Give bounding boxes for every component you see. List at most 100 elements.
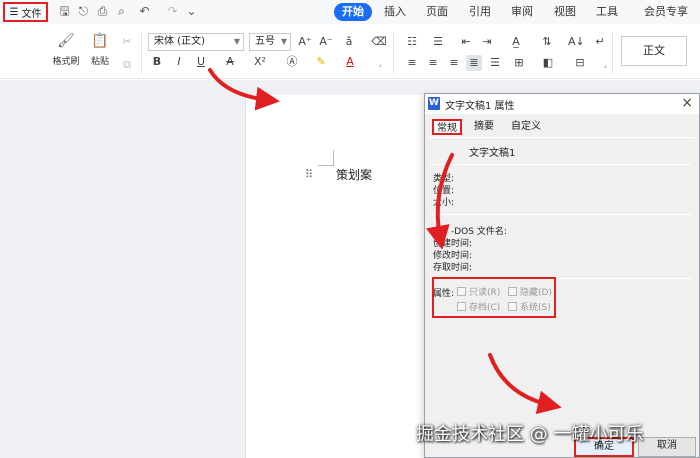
checkbox-icon	[457, 287, 466, 296]
expand-icon[interactable]: ⌟	[372, 56, 388, 72]
grow-font-icon[interactable]: A⁺	[297, 34, 313, 50]
line-spacing-icon[interactable]: ⇅	[539, 34, 555, 50]
dialog-title-bar: W 文字文稿1 属性 ×	[425, 94, 699, 114]
cut-icon[interactable]: ✂	[119, 34, 135, 50]
menu-icon: ☰	[9, 6, 19, 18]
tab-references[interactable]: 引用	[468, 3, 492, 21]
print-icon[interactable]: ⎙	[95, 4, 110, 19]
tab-member[interactable]: 会员专享	[638, 3, 694, 21]
save-icon[interactable]: 🖫	[57, 4, 72, 19]
tab-summary[interactable]: 摘要	[471, 119, 497, 135]
chinese-layout-icon[interactable]: A̲	[508, 34, 524, 50]
attributes-label: 属性:	[433, 289, 455, 299]
decrease-indent-icon[interactable]: ⇤	[458, 34, 474, 50]
show-marks-icon[interactable]: ↵	[592, 34, 608, 50]
document-name: 文字文稿1	[469, 148, 516, 159]
checkbox-hidden[interactable]: 隐藏(D)	[508, 285, 552, 298]
print-preview-icon[interactable]: ⌕	[114, 4, 129, 19]
paste-button[interactable]: 📋 粘贴	[84, 32, 116, 67]
field-accessed: 存取时间:	[433, 263, 473, 273]
shading-icon[interactable]: ◧	[540, 55, 556, 71]
bullet-list-icon[interactable]: ☷	[404, 34, 420, 50]
paste-label: 粘贴	[90, 57, 109, 67]
border-icon[interactable]: ⊞	[511, 55, 527, 71]
tab-page[interactable]: 页面	[425, 3, 449, 21]
title-bar: ☰ 文件 🖫 ⎋ ⎙ ⌕ ↶ ↷ ⌄ 开始 插入 页面 引用 审阅 视图 工具 …	[0, 0, 700, 24]
font-size-select[interactable]: 五号 ▼	[249, 33, 291, 51]
chevron-down-icon: ▼	[280, 37, 287, 46]
bold-icon[interactable]: B	[149, 54, 165, 70]
tab-custom[interactable]: 自定义	[508, 119, 544, 135]
sort-icon[interactable]: A↓	[568, 34, 585, 50]
format-painter-label: 格式刷	[52, 57, 80, 67]
drag-handle-icon[interactable]: ⠿	[305, 168, 313, 181]
chevron-down-icon: ▼	[233, 37, 240, 46]
copy-icon[interactable]: ⧉	[119, 57, 135, 73]
properties-dialog: W 文字文稿1 属性 × 常规 摘要 自定义 文字文稿1 类型: 位置: 大小:…	[424, 93, 700, 458]
checkbox-icon	[457, 302, 466, 311]
general-panel	[429, 137, 695, 409]
superscript-icon[interactable]: X²	[252, 54, 268, 70]
cancel-button[interactable]: 取消	[638, 437, 696, 457]
increase-indent-icon[interactable]: ⇥	[479, 34, 495, 50]
tab-review[interactable]: 审阅	[510, 3, 534, 21]
tab-home[interactable]: 开始	[334, 3, 372, 21]
checkbox-icon	[508, 287, 517, 296]
checkbox-system[interactable]: 系统(S)	[508, 300, 551, 313]
strikethrough-icon[interactable]: A	[222, 54, 238, 70]
phonetic-icon[interactable]: ǎ	[341, 34, 357, 50]
checkbox-archive-label: 存档(C)	[469, 303, 501, 313]
tab-view[interactable]: 视图	[553, 3, 577, 21]
document-text[interactable]: 策划案	[336, 166, 372, 183]
style-normal[interactable]: 正文	[621, 36, 687, 66]
checkbox-hidden-label: 隐藏(D)	[520, 288, 552, 298]
underline-icon[interactable]: U	[193, 54, 209, 70]
dialog-title: 文字文稿1 属性	[445, 101, 515, 112]
tab-tools[interactable]: 工具	[595, 3, 619, 21]
numbered-list-icon[interactable]: ☰	[430, 34, 446, 50]
tab-insert[interactable]: 插入	[383, 3, 407, 21]
italic-icon[interactable]: I	[171, 54, 187, 70]
shrink-font-icon[interactable]: A⁻	[318, 34, 334, 50]
close-icon[interactable]: ×	[681, 95, 693, 111]
checkbox-readonly-label: 只读(R)	[469, 288, 501, 298]
expand-icon[interactable]: ⌟	[597, 57, 613, 73]
checkbox-archive[interactable]: 存档(C)	[457, 300, 500, 313]
ribbon-divider	[612, 32, 613, 74]
checkbox-readonly[interactable]: 只读(R)	[457, 285, 500, 298]
table-border-icon[interactable]: ⊟	[572, 55, 588, 71]
brush-icon: 🖌	[57, 33, 75, 49]
align-right-icon[interactable]: ≡	[446, 55, 462, 71]
checkbox-system-label: 系统(S)	[520, 303, 551, 313]
distribute-icon[interactable]: ☰	[487, 55, 503, 71]
ribbon: 🖌 格式刷 📋 粘贴 ✂ ⧉ 宋体 (正文) ▼ 五号 ▼ A⁺ A⁻ ǎ ⌫ …	[0, 24, 700, 79]
highlight-icon[interactable]: ✎	[313, 54, 329, 70]
font-size-value: 五号	[255, 36, 275, 47]
checkbox-icon	[508, 302, 517, 311]
tab-general[interactable]: 常规	[432, 119, 462, 135]
undo-icon[interactable]: ↶	[137, 4, 152, 19]
customize-icon[interactable]: ⌄	[184, 4, 199, 19]
watermark: 掘金技术社区 @ 一罐小可乐	[416, 424, 644, 445]
divider	[431, 214, 691, 215]
redo-icon[interactable]: ↷	[165, 4, 180, 19]
field-size: 大小:	[433, 198, 455, 208]
align-left-icon[interactable]: ≡	[404, 55, 420, 71]
ribbon-divider	[393, 32, 394, 74]
clipboard-icon: 📋	[91, 33, 109, 49]
font-name-select[interactable]: 宋体 (正文) ▼	[148, 33, 244, 51]
file-menu-label: 文件	[21, 8, 42, 20]
page-margin-mark	[318, 150, 334, 166]
ribbon-divider	[141, 32, 142, 74]
font-name-value: 宋体 (正文)	[154, 36, 205, 47]
word-doc-icon: W	[428, 97, 440, 110]
export-icon[interactable]: ⎋	[76, 4, 91, 19]
divider	[431, 164, 691, 165]
align-center-icon[interactable]: ≡	[425, 55, 441, 71]
justify-icon[interactable]: ≣	[466, 55, 482, 71]
clear-format-icon[interactable]: ⌫	[371, 34, 387, 50]
format-painter-button[interactable]: 🖌 格式刷	[50, 32, 82, 67]
font-color-icon[interactable]: A	[342, 54, 358, 70]
text-effect-icon[interactable]: Ⓐ	[284, 54, 300, 70]
file-menu-button[interactable]: ☰ 文件	[3, 2, 48, 22]
